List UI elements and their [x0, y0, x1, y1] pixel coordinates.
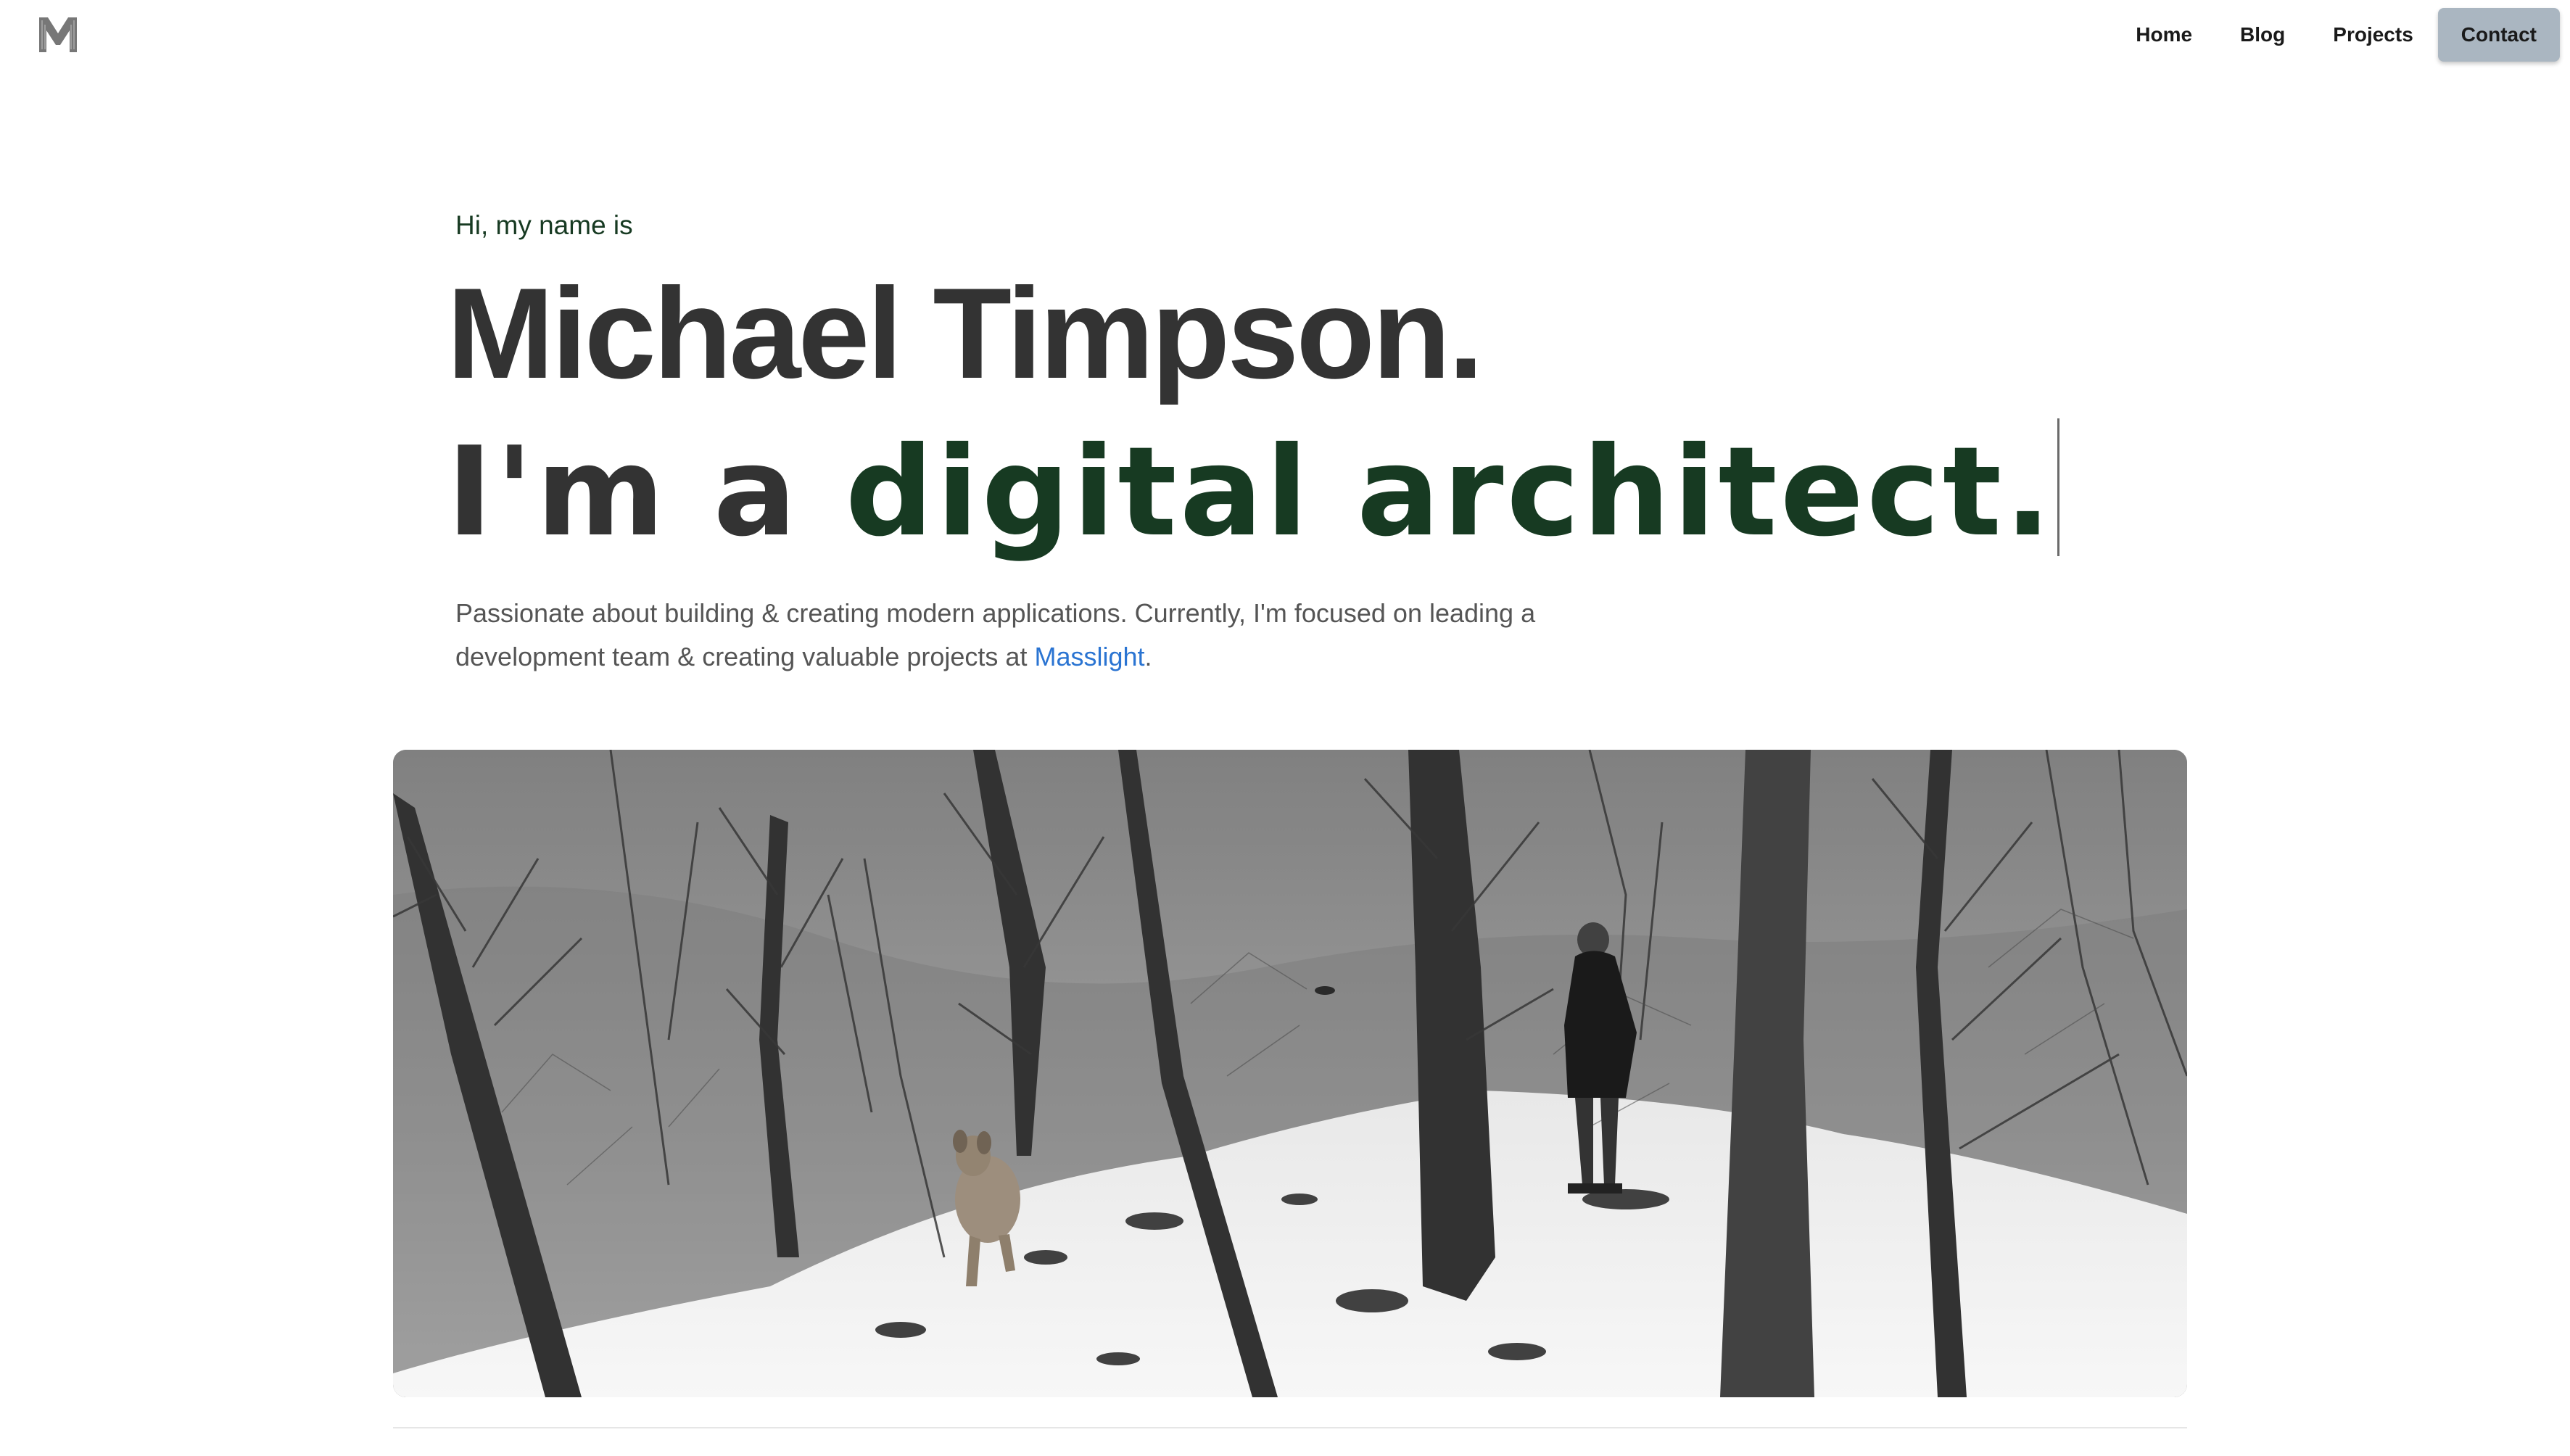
bio-end: . — [1144, 642, 1152, 671]
winter-forest-photo — [393, 750, 2187, 1397]
greeting-text: Hi, my name is — [455, 210, 633, 240]
site-logo[interactable] — [38, 16, 78, 54]
tagline-accent: digital architect. — [845, 421, 2054, 564]
nav-contact-button[interactable]: Contact — [2437, 8, 2560, 62]
section-divider — [393, 1427, 2187, 1428]
tagline: I'm a digital architect. — [447, 416, 2059, 568]
tagline-prefix: I'm a — [447, 421, 846, 564]
page-title-name: Michael Timpson. — [447, 261, 1484, 405]
hero-photo — [393, 750, 2187, 1397]
bio-text: Passionate about building & creating mod… — [455, 598, 1536, 671]
nav-blog-link[interactable]: Blog — [2217, 8, 2308, 62]
main-nav: Home Blog Projects Contact — [2111, 0, 2570, 70]
typing-cursor — [2057, 418, 2059, 556]
nav-home-link[interactable]: Home — [2112, 8, 2215, 62]
masslight-link[interactable]: Masslight — [1034, 642, 1144, 671]
m-monogram-icon — [39, 17, 77, 52]
nav-projects-link[interactable]: Projects — [2310, 8, 2437, 62]
bio-paragraph: Passionate about building & creating mod… — [455, 592, 1616, 679]
